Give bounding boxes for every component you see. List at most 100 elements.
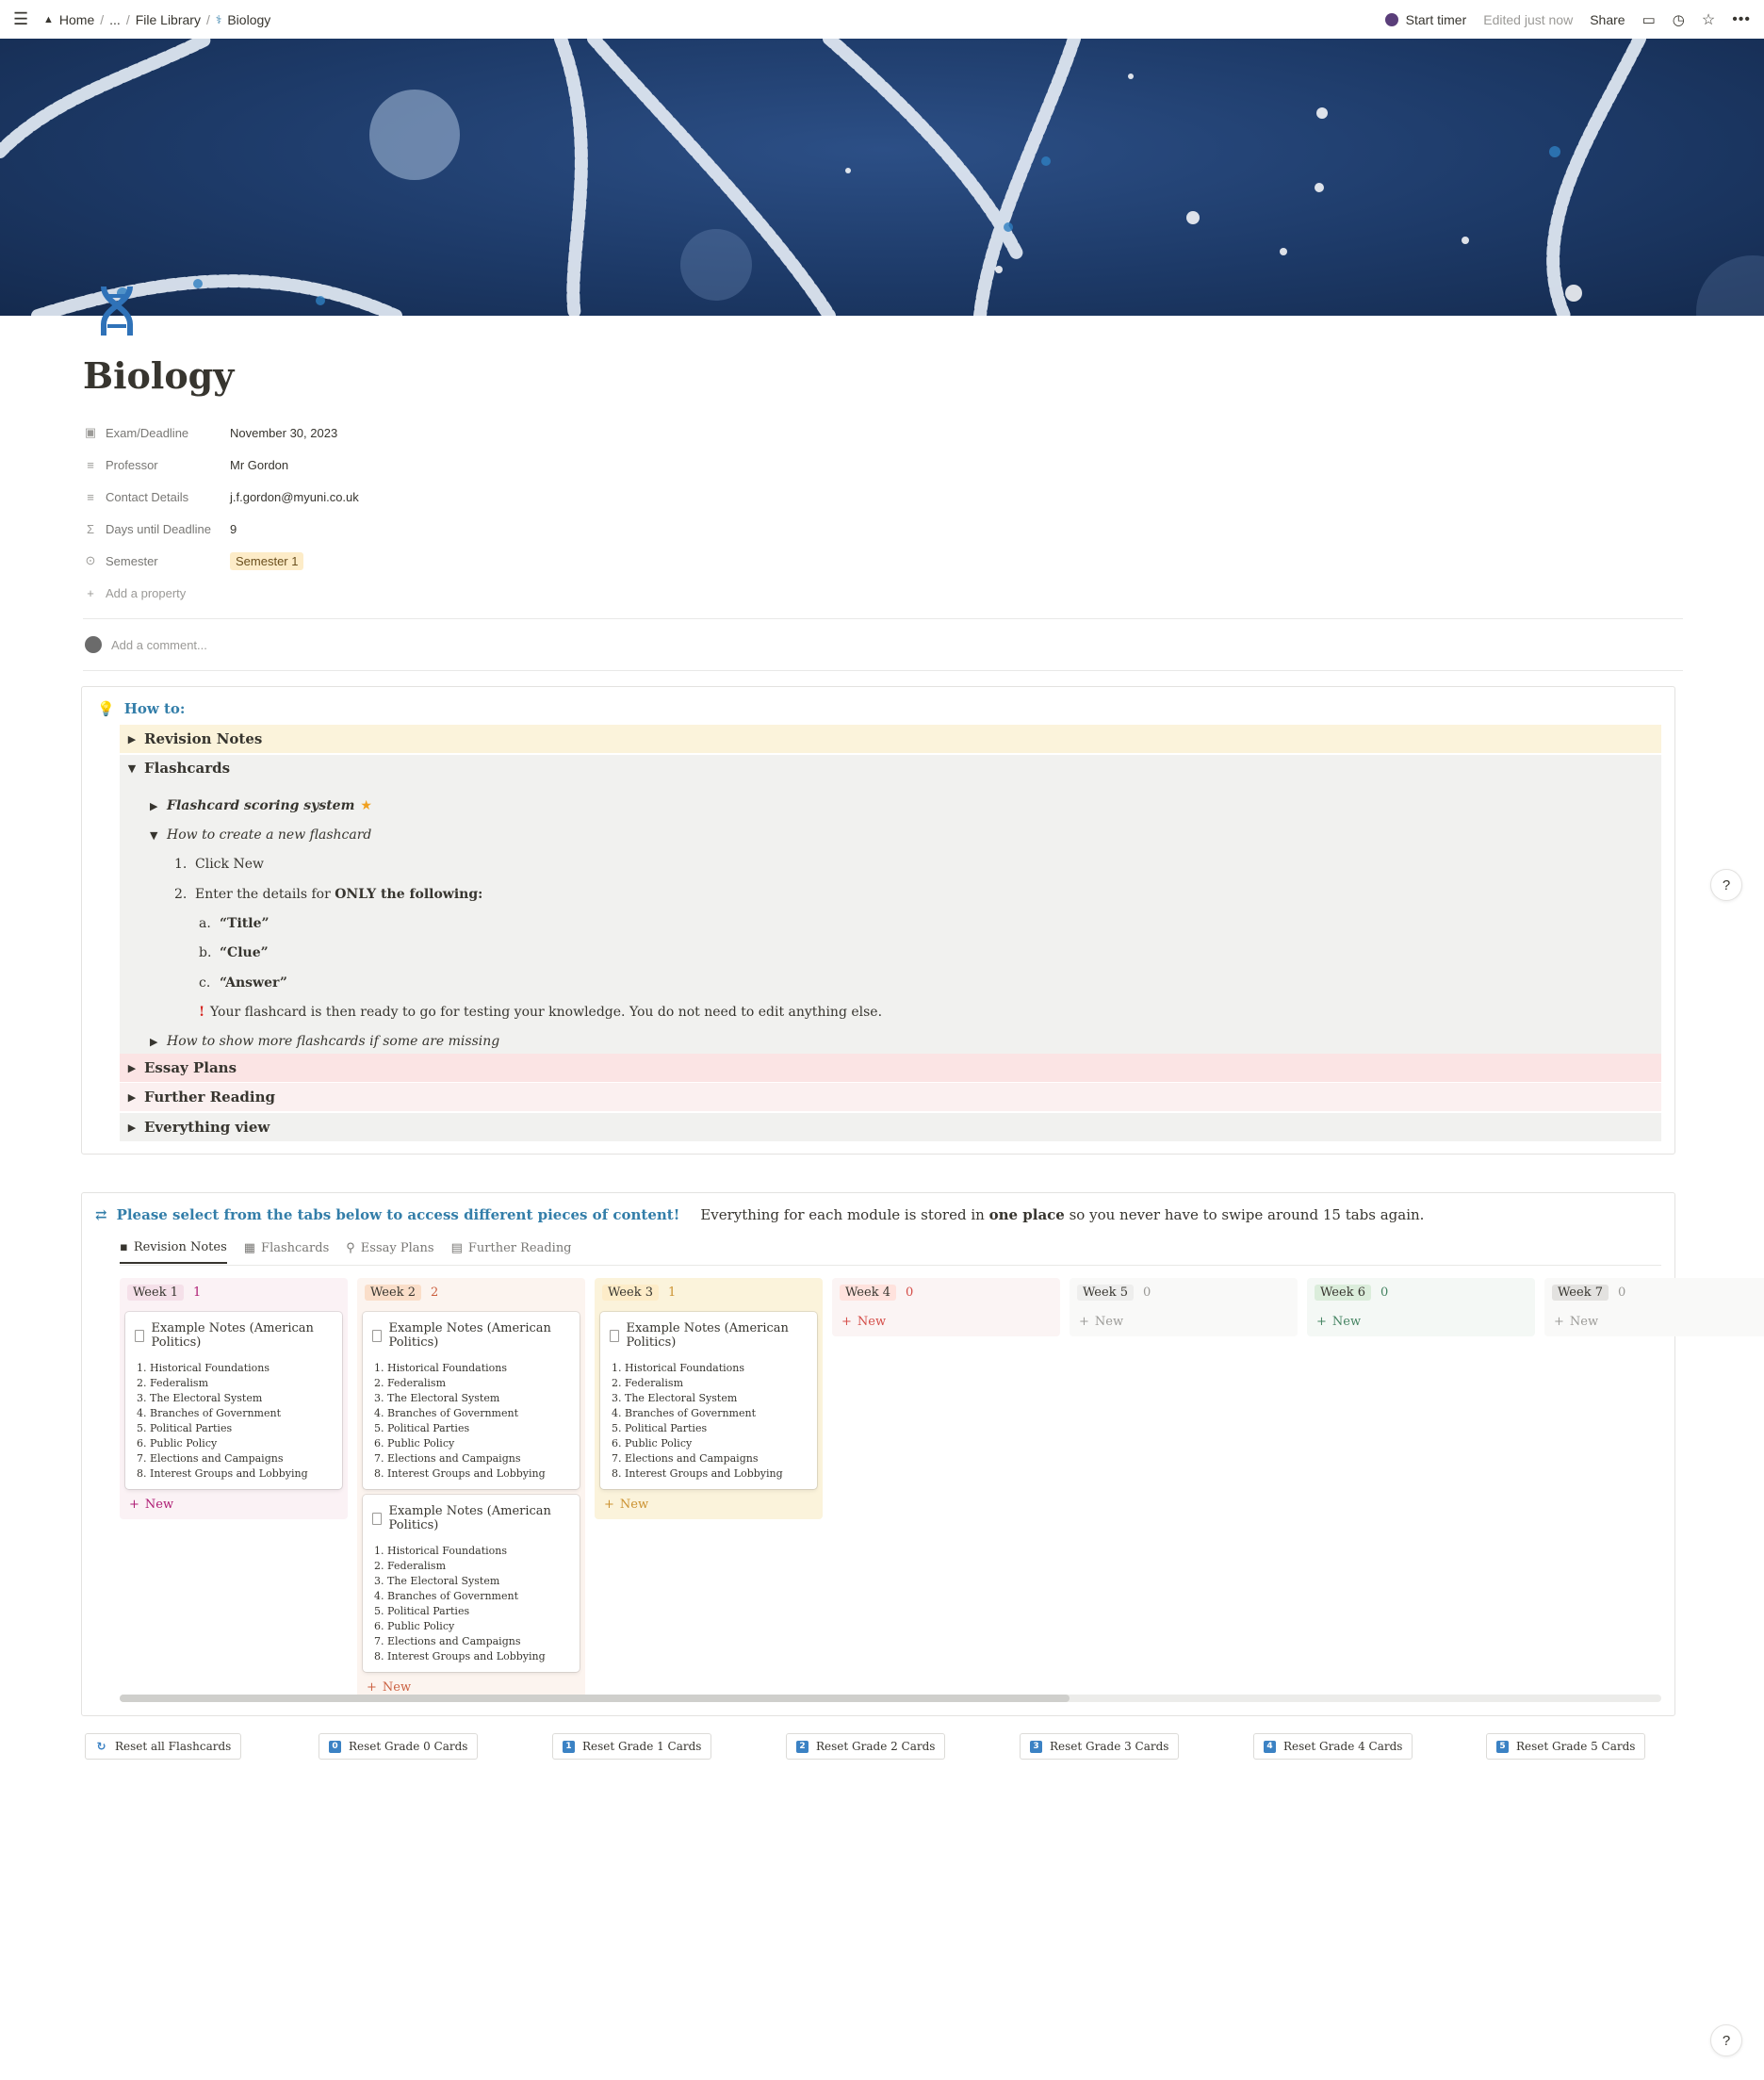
horizontal-scrollbar[interactable] [120, 1695, 1661, 1702]
triangle-right-icon[interactable]: ▶ [120, 1091, 144, 1104]
column-header[interactable]: Week 3 1 [595, 1278, 823, 1306]
field-label: “Clue” [220, 945, 269, 960]
start-timer-button[interactable]: Start timer [1384, 12, 1466, 27]
note-card[interactable]: Example Notes (American Politics) 1. Hist… [363, 1495, 580, 1672]
refresh-icon: ↻ [96, 1740, 106, 1753]
toggle-missing-flashcards[interactable]: ▶ How to show more flashcards if some ar… [150, 1034, 499, 1049]
toggle-revision-notes[interactable]: ▶ Revision Notes [120, 725, 1661, 753]
property-value[interactable]: j.f.gordon@myuni.co.uk [230, 490, 359, 504]
breadcrumb-file-library[interactable]: File Library [136, 12, 201, 27]
plus-icon: + [367, 1679, 377, 1695]
new-card-button[interactable]: + New [1544, 1306, 1764, 1336]
step-1: 1. Click New [174, 857, 264, 872]
history-icon[interactable]: ◷ [1673, 11, 1685, 28]
property-row[interactable]: ▣ Exam/Deadline November 30, 2023 [83, 417, 1685, 449]
reset-button[interactable]: 4 Reset Grade 4 Cards [1253, 1733, 1413, 1760]
timer-icon [1384, 12, 1398, 26]
tab-flashcards[interactable]: ▦ Flashcards [244, 1240, 330, 1264]
new-label: New [144, 1497, 174, 1512]
star-icon[interactable]: ☆ [1702, 10, 1715, 29]
reset-button[interactable]: 3 Reset Grade 3 Cards [1020, 1733, 1180, 1760]
toggle-essay-plans[interactable]: ▶ Essay Plans [120, 1054, 1661, 1082]
comment-icon[interactable]: ▭ [1642, 11, 1656, 28]
toggle-scoring-system[interactable]: ▶ Flashcard scoring system ★ [150, 798, 372, 813]
note-card[interactable]: Example Notes (American Politics) 1. Hist… [125, 1312, 342, 1489]
share-button[interactable]: Share [1590, 12, 1625, 27]
reset-button[interactable]: ↻ Reset all Flashcards [85, 1733, 242, 1760]
triangle-right-icon[interactable]: ▶ [120, 733, 144, 745]
more-icon[interactable]: ••• [1732, 11, 1751, 28]
document-icon [372, 1329, 382, 1342]
reset-button[interactable]: 1 Reset Grade 1 Cards [552, 1733, 712, 1760]
lightbulb-icon: 💡 [97, 700, 115, 717]
scrollbar-thumb[interactable] [120, 1695, 1070, 1702]
toggle-everything-view[interactable]: ▶ Everything view [120, 1113, 1661, 1141]
toggle-flashcards[interactable]: ▼ Flashcards [120, 754, 1661, 782]
list-item: 7. Elections and Campaigns [374, 1635, 521, 1647]
tab-further-reading[interactable]: ▤ Further Reading [451, 1240, 572, 1264]
new-card-button[interactable]: + New [1307, 1306, 1535, 1336]
property-value[interactable]: Mr Gordon [230, 458, 288, 472]
property-row[interactable]: ≡ Contact Details j.f.gordon@myuni.co.uk [83, 481, 1685, 513]
column-header[interactable]: Week 1 1 [120, 1278, 348, 1306]
new-card-button[interactable]: + New [1070, 1306, 1298, 1336]
new-card-button[interactable]: + New [120, 1489, 348, 1519]
breadcrumb-home[interactable]: Home [59, 12, 94, 27]
column-header[interactable]: Week 6 0 [1307, 1278, 1535, 1306]
toggle-further-reading[interactable]: ▶ Further Reading [120, 1083, 1661, 1111]
card-title-text: Example Notes (American Politics) [388, 1504, 551, 1532]
field-title: a. “Title” [199, 916, 270, 931]
add-comment-placeholder[interactable]: Add a comment... [111, 638, 207, 652]
column-header[interactable]: Week 2 2 [357, 1278, 585, 1306]
property-name: Contact Details [106, 489, 189, 504]
new-card-button[interactable]: + New [832, 1306, 1060, 1336]
new-card-button[interactable]: + New [595, 1489, 823, 1519]
property-value[interactable]: 9 [230, 522, 237, 536]
page-title[interactable]: Biology [83, 354, 234, 397]
column-header[interactable]: Week 5 0 [1070, 1278, 1298, 1306]
content-description: Everything for each module is stored in … [700, 1206, 1424, 1223]
column-header[interactable]: Week 4 0 [832, 1278, 1060, 1306]
property-name: Exam/Deadline [106, 425, 189, 440]
reset-button[interactable]: 2 Reset Grade 2 Cards [786, 1733, 946, 1760]
tab-essay-plans[interactable]: ⚲ Essay Plans [346, 1240, 433, 1264]
column-header[interactable]: Week 7 0 [1544, 1278, 1764, 1306]
card-title-text: Example Notes (American Politics) [388, 1321, 551, 1350]
list-item: 5. Political Parties [137, 1422, 233, 1434]
triangle-down-icon[interactable]: ▼ [120, 762, 144, 775]
breadcrumb-biology[interactable]: Biology [227, 12, 270, 27]
property-row[interactable]: ⊙ Semester Semester 1 [83, 545, 1685, 577]
triangle-right-icon[interactable]: ▶ [120, 1122, 144, 1134]
document-icon: ▪ [120, 1240, 128, 1254]
triangle-right-icon[interactable]: ▶ [150, 800, 167, 812]
note-card[interactable]: Example Notes (American Politics) 1. Hist… [600, 1312, 817, 1489]
add-comment[interactable]: Add a comment... [85, 636, 207, 653]
text-icon: ≡ [87, 489, 94, 504]
triangle-down-icon[interactable]: ▼ [150, 829, 167, 842]
help-button[interactable]: ? [1710, 869, 1742, 901]
property-row[interactable]: Σ Days until Deadline 9 [83, 513, 1685, 545]
reset-button[interactable]: 0 Reset Grade 0 Cards [318, 1733, 479, 1760]
add-property-label: Add a property [106, 585, 187, 600]
semester-tag[interactable]: Semester 1 [230, 551, 304, 570]
add-property-button[interactable]: + Add a property [83, 577, 1685, 609]
breadcrumb-ellipsis[interactable]: ... [109, 12, 121, 27]
list-item: 2. Federalism [137, 1377, 209, 1389]
plus-icon: + [1316, 1314, 1327, 1329]
property-row[interactable]: ≡ Professor Mr Gordon [83, 449, 1685, 481]
reset-button[interactable]: 5 Reset Grade 5 Cards [1486, 1733, 1646, 1760]
help-button[interactable]: ? [1710, 2024, 1742, 2056]
note-card[interactable]: Example Notes (American Politics) 1. Hist… [363, 1312, 580, 1489]
new-label: New [382, 1679, 412, 1695]
sidebar-menu-icon[interactable]: ☰ [13, 9, 36, 29]
column-label: Week 5 [1077, 1284, 1134, 1301]
toggle-create-flashcard[interactable]: ▼ How to create a new flashcard [150, 827, 371, 843]
document-icon [372, 1512, 382, 1525]
property-value[interactable]: November 30, 2023 [230, 426, 337, 440]
triangle-right-icon[interactable]: ▶ [120, 1062, 144, 1074]
toggle-label: Flashcards [144, 760, 231, 777]
triangle-right-icon[interactable]: ▶ [150, 1036, 167, 1048]
field-label: “Title” [220, 916, 270, 931]
tab-revision-notes[interactable]: ▪ Revision Notes [120, 1240, 227, 1264]
page-dna-icon[interactable] [90, 283, 143, 339]
